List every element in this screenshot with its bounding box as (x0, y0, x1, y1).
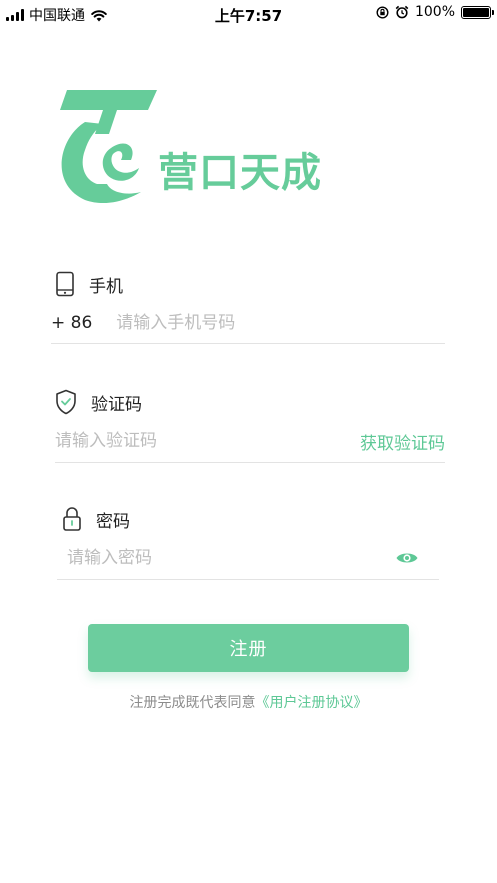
register-button[interactable]: 注册 (88, 624, 409, 672)
code-label-text: 验证码 (91, 394, 142, 415)
agreement-prefix: 注册完成既代表同意 (129, 695, 256, 711)
signal-icon (6, 9, 24, 21)
lock-icon (63, 507, 81, 531)
phone-input-row: + 86 (51, 302, 445, 344)
get-code-button[interactable]: 获取验证码 (360, 429, 445, 454)
code-input[interactable] (55, 431, 325, 451)
password-input[interactable] (57, 547, 357, 568)
code-input-row: 获取验证码 (55, 420, 445, 463)
status-left: 中国联通 (6, 5, 108, 25)
code-label: 验证码 (55, 389, 142, 415)
country-code[interactable]: + 86 (51, 313, 92, 333)
status-bar: 中国联通 上午7:57 100% (0, 0, 497, 26)
password-label: 密码 (62, 506, 130, 532)
phone-input[interactable] (116, 312, 417, 333)
brand-name: 营口天成 (158, 150, 322, 196)
agreement-text: 注册完成既代表同意《用户注册协议》 (0, 692, 497, 712)
user-agreement-link[interactable]: 《用户注册协议》 (256, 695, 368, 711)
phone-label: 手机 (55, 271, 123, 297)
password-input-row (57, 536, 439, 580)
password-label-text: 密码 (96, 511, 130, 532)
app-logo (60, 90, 157, 204)
eye-icon[interactable] (395, 550, 419, 566)
status-right: 100% (376, 4, 494, 20)
rotation-lock-icon (376, 5, 389, 19)
carrier-name: 中国联通 (29, 8, 85, 24)
alarm-icon (395, 5, 409, 19)
battery-icon (461, 5, 494, 19)
wifi-icon (91, 9, 107, 21)
phone-icon (56, 271, 74, 297)
phone-label-text: 手机 (89, 276, 123, 297)
battery-percent: 100% (414, 4, 455, 20)
shield-check-icon (56, 389, 76, 415)
